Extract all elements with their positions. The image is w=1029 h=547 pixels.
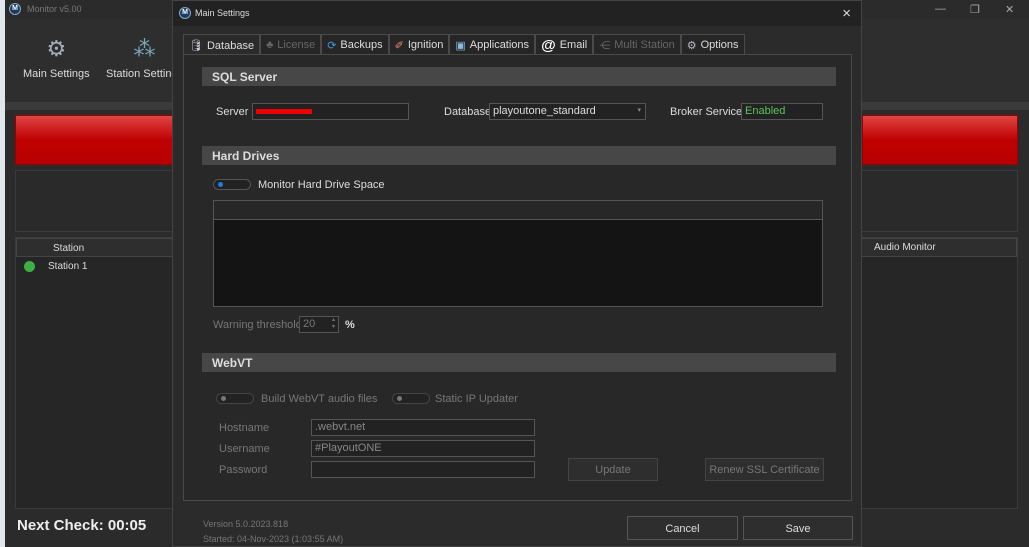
database-tab-panel: SQL Server Server Database playoutone_st… bbox=[183, 54, 852, 501]
label: Backups bbox=[340, 39, 383, 51]
username-input[interactable]: #PlayoutONE bbox=[311, 440, 535, 457]
static-ip-label: Static IP Updater bbox=[435, 393, 518, 405]
version-text: Version 5.0.2023.818 bbox=[203, 519, 289, 529]
hard-drive-list[interactable] bbox=[213, 200, 823, 307]
status-bar-left bbox=[15, 115, 185, 165]
label: Email bbox=[559, 39, 588, 51]
close-button[interactable]: × bbox=[842, 5, 851, 22]
password-input[interactable] bbox=[311, 461, 535, 478]
build-webvt-label: Build WebVT audio files bbox=[261, 393, 378, 405]
broker-service-value: Enabled bbox=[741, 103, 823, 120]
monitor-hard-drive-label: Monitor Hard Drive Space bbox=[258, 179, 385, 191]
app-logo-icon: M bbox=[9, 3, 21, 15]
label: Main Settings bbox=[23, 68, 90, 80]
server-label: Server bbox=[216, 106, 249, 118]
station-name: Station 1 bbox=[48, 261, 88, 272]
ignition-icon: ✐ bbox=[394, 39, 404, 52]
server-input[interactable] bbox=[252, 103, 409, 120]
password-label: Password bbox=[219, 464, 268, 476]
label: Ignition bbox=[407, 39, 444, 51]
save-button[interactable]: Save bbox=[743, 516, 853, 540]
next-check: Next Check: 00:05 bbox=[17, 517, 147, 534]
database-icon: 🛢 bbox=[189, 40, 203, 52]
static-ip-toggle[interactable] bbox=[392, 393, 430, 404]
hostname-label: Hostname bbox=[219, 422, 270, 434]
options-icon: ⚙ bbox=[686, 39, 697, 52]
main-settings-dialog: M Main Settings × 🛢 Database ♣ License ⟳ Bac… bbox=[172, 0, 862, 547]
section-sql-server: SQL Server bbox=[202, 67, 836, 86]
value: 20 bbox=[303, 318, 316, 330]
database-label: Database bbox=[444, 106, 492, 118]
applications-icon: ▣ bbox=[455, 39, 466, 52]
tab-options[interactable]: ⚙ Options bbox=[680, 34, 745, 55]
started-text: Started: 04-Nov-2023 (1:03:55 AM) bbox=[203, 534, 344, 544]
toggle-knob bbox=[221, 396, 226, 401]
label: License bbox=[277, 39, 316, 51]
minimize-button[interactable]: — bbox=[935, 3, 946, 15]
tab-backups[interactable]: ⟳ Backups bbox=[321, 34, 389, 55]
multi-station-icon: ⋲ bbox=[599, 39, 611, 52]
dialog-title: Main Settings bbox=[195, 8, 250, 18]
tab-multi-station[interactable]: ⋲ Multi Station bbox=[593, 34, 681, 55]
gear-icon: ⚙ bbox=[46, 36, 67, 61]
spinner-arrows-icon[interactable]: ▴ ▾ bbox=[332, 317, 335, 331]
column-header-audio-monitor[interactable]: Audio Monitor bbox=[874, 242, 936, 253]
license-icon: ♣ bbox=[266, 39, 274, 51]
tab-email[interactable]: @ Email bbox=[535, 34, 594, 55]
section-hard-drives: Hard Drives bbox=[202, 146, 836, 165]
monitor-hard-drive-toggle[interactable] bbox=[213, 179, 251, 190]
toggle-knob bbox=[397, 396, 402, 401]
list-header bbox=[214, 201, 822, 220]
label: Options bbox=[700, 39, 739, 51]
hostname-input[interactable]: .webvt.net bbox=[311, 419, 535, 436]
cancel-button[interactable]: Cancel bbox=[627, 516, 738, 540]
tab-bar: 🛢 Database ♣ License ⟳ Backups ✐ Ignition ▣ A… bbox=[183, 34, 745, 56]
status-dot-icon bbox=[24, 261, 35, 272]
label: Database bbox=[206, 39, 255, 52]
warning-threshold-stepper[interactable]: 20 ▴ ▾ bbox=[299, 316, 339, 333]
tab-license[interactable]: ♣ License bbox=[260, 34, 322, 55]
tab-applications[interactable]: ▣ Applications bbox=[449, 34, 536, 55]
status-bar-right bbox=[862, 115, 1018, 165]
renew-ssl-button[interactable]: Renew SSL Certificate bbox=[705, 458, 824, 481]
at-icon: @ bbox=[541, 36, 556, 54]
tab-ignition[interactable]: ✐ Ignition bbox=[388, 34, 450, 55]
main-settings-button[interactable]: ⚙ Main Settings bbox=[23, 36, 90, 80]
percent-unit: % bbox=[345, 319, 355, 331]
close-window-button[interactable]: ✕ bbox=[1005, 3, 1014, 16]
username-label: Username bbox=[219, 443, 270, 455]
backups-icon: ⟳ bbox=[327, 39, 337, 52]
redacted-value bbox=[256, 108, 312, 114]
maximize-button[interactable]: ❐ bbox=[970, 3, 980, 16]
update-button[interactable]: Update bbox=[568, 458, 658, 481]
dropdown-arrow-icon: ▾ bbox=[637, 107, 641, 114]
build-webvt-toggle[interactable] bbox=[216, 393, 254, 404]
database-value: playoutone_standard bbox=[493, 105, 596, 117]
dialog-title-bar: M Main Settings × bbox=[173, 1, 861, 26]
tab-database[interactable]: 🛢 Database bbox=[183, 34, 261, 56]
database-select[interactable]: playoutone_standard ▾ bbox=[489, 103, 646, 120]
label: Applications bbox=[469, 39, 530, 51]
broker-service-label: Broker Service bbox=[670, 106, 743, 118]
app-logo-icon: M bbox=[179, 7, 191, 19]
toggle-knob bbox=[218, 182, 223, 187]
label: Multi Station bbox=[614, 39, 675, 51]
window-title: Monitor v5.00 bbox=[27, 4, 82, 14]
warning-threshold-label: Warning threshold bbox=[213, 319, 302, 331]
section-webvt: WebVT bbox=[202, 353, 836, 372]
